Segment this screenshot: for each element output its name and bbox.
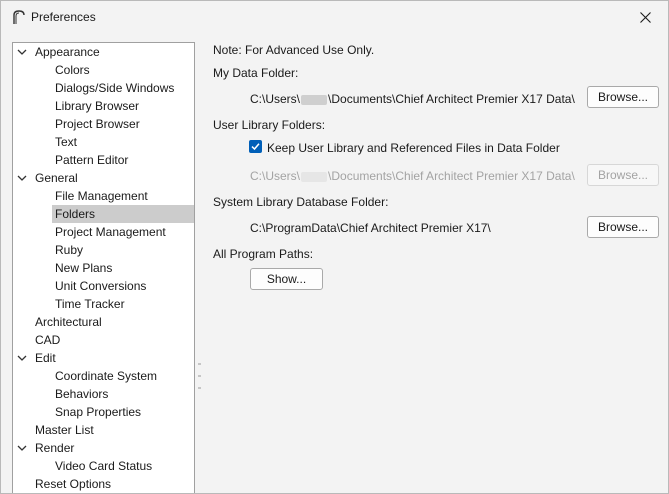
tree-item-label: Dialogs/Side Windows [55, 81, 175, 95]
tree-item-label: Coordinate System [55, 369, 158, 383]
tree-item-label: Time Tracker [55, 297, 125, 311]
my-data-folder-path: C:\Users\ \Documents\Chief Architect Prem… [250, 92, 575, 106]
tree-item-label: Render [35, 441, 75, 455]
tree-item-library-browser[interactable]: Library Browser [52, 97, 142, 115]
close-button[interactable] [622, 1, 668, 33]
redacted-username [301, 94, 328, 105]
tree-item-label: Appearance [35, 45, 100, 59]
category-tree: Appearance Colors Dialogs/Side Windows Libr… [12, 42, 195, 493]
tree-item-label: Edit [35, 351, 56, 365]
tree-item-coordinate-system[interactable]: Coordinate System [52, 367, 160, 385]
keep-user-library-checkbox[interactable] [249, 140, 262, 153]
tree-item-label: Project Management [55, 225, 166, 239]
my-data-folder-heading: My Data Folder: [213, 66, 299, 80]
tree-item-project-management[interactable]: Project Management [52, 223, 169, 241]
my-data-browse-button[interactable]: Browse... [587, 86, 659, 108]
user-library-heading: User Library Folders: [213, 118, 326, 132]
tree-item-label: Project Browser [55, 117, 140, 131]
system-library-path: C:\ProgramData\Chief Architect Premier X… [250, 221, 491, 235]
tree-item-text[interactable]: Text [52, 133, 80, 151]
tree-item-reset-options[interactable]: Reset Options [32, 475, 114, 493]
tree-item-label: Architectural [35, 315, 102, 329]
tree-item-snap-properties[interactable]: Snap Properties [52, 403, 144, 421]
tree-item-label: Master List [35, 423, 94, 437]
close-icon [639, 11, 651, 23]
tree-item-cad[interactable]: CAD [32, 331, 63, 349]
path-prefix: C:\Users\ [250, 169, 301, 183]
tree-item-folders[interactable]: Folders [52, 205, 194, 223]
chevron-down-icon[interactable] [17, 173, 27, 183]
tree-item-general[interactable]: General [17, 169, 81, 187]
tree-item-label: Behaviors [55, 387, 109, 401]
chevron-down-icon[interactable] [17, 353, 27, 363]
system-library-browse-button[interactable]: Browse... [587, 216, 659, 238]
window-title: Preferences [31, 10, 96, 24]
show-paths-button[interactable]: Show... [250, 268, 323, 290]
path-suffix: \Documents\Chief Architect Premier X17 D… [328, 92, 575, 106]
tree-item-unit-conversions[interactable]: Unit Conversions [52, 277, 149, 295]
folders-panel: Note: For Advanced Use Only. My Data Fol… [201, 33, 668, 493]
tree-item-label: Colors [55, 63, 90, 77]
path-prefix: C:\Users\ [250, 92, 301, 106]
tree-item-project-browser[interactable]: Project Browser [52, 115, 143, 133]
tree-item-label: Reset Options [35, 477, 112, 491]
checkmark-icon [251, 143, 260, 151]
tree-item-appearance[interactable]: Appearance [17, 43, 103, 61]
user-library-path: C:\Users\ \Documents\Chief Architect Prem… [250, 169, 575, 183]
tree-item-video-card-status[interactable]: Video Card Status [52, 457, 155, 475]
tree-item-master-list[interactable]: Master List [32, 421, 97, 439]
redacted-username [301, 171, 328, 182]
path-suffix: \Documents\Chief Architect Premier X17 D… [328, 169, 575, 183]
tree-item-label: New Plans [55, 261, 113, 275]
tree-item-render[interactable]: Render [17, 439, 77, 457]
tree-item-label: Unit Conversions [55, 279, 147, 293]
tree-item-pattern-editor[interactable]: Pattern Editor [52, 151, 131, 169]
tree-item-architectural[interactable]: Architectural [32, 313, 105, 331]
tree-item-new-plans[interactable]: New Plans [52, 259, 115, 277]
tree-item-file-management[interactable]: File Management [52, 187, 151, 205]
tree-item-ruby[interactable]: Ruby [52, 241, 86, 259]
preferences-dialog: Preferences Appearance Colors Dialogs/Side… [0, 0, 669, 494]
all-program-paths-heading: All Program Paths: [213, 247, 314, 261]
tree-item-label: General [35, 171, 78, 185]
tree-item-colors[interactable]: Colors [52, 61, 93, 79]
user-library-browse-button[interactable]: Browse... [587, 164, 659, 186]
system-library-heading: System Library Database Folder: [213, 195, 389, 209]
tree-item-edit[interactable]: Edit [17, 349, 59, 367]
chevron-down-icon[interactable] [17, 443, 27, 453]
tree-item-time-tracker[interactable]: Time Tracker [52, 295, 128, 313]
keep-user-library-label: Keep User Library and Referenced Files i… [267, 141, 560, 155]
tree-item-label: Folders [55, 207, 96, 221]
tree-item-label: Video Card Status [55, 459, 153, 473]
tree-item-label: CAD [35, 333, 61, 347]
tree-item-behaviors[interactable]: Behaviors [52, 385, 111, 403]
chief-architect-arch-icon [13, 10, 25, 24]
tree-item-label: File Management [55, 189, 148, 203]
advanced-use-note: Note: For Advanced Use Only. [213, 43, 375, 57]
tree-item-label: Library Browser [55, 99, 140, 113]
tree-item-label: Pattern Editor [55, 153, 129, 167]
tree-item-dialogs-side-windows[interactable]: Dialogs/Side Windows [52, 79, 177, 97]
tree-item-label: Ruby [55, 243, 84, 257]
chevron-down-icon[interactable] [17, 47, 27, 57]
tree-item-label: Text [55, 135, 78, 149]
tree-item-label: Snap Properties [55, 405, 142, 419]
title-bar: Preferences [1, 1, 668, 33]
